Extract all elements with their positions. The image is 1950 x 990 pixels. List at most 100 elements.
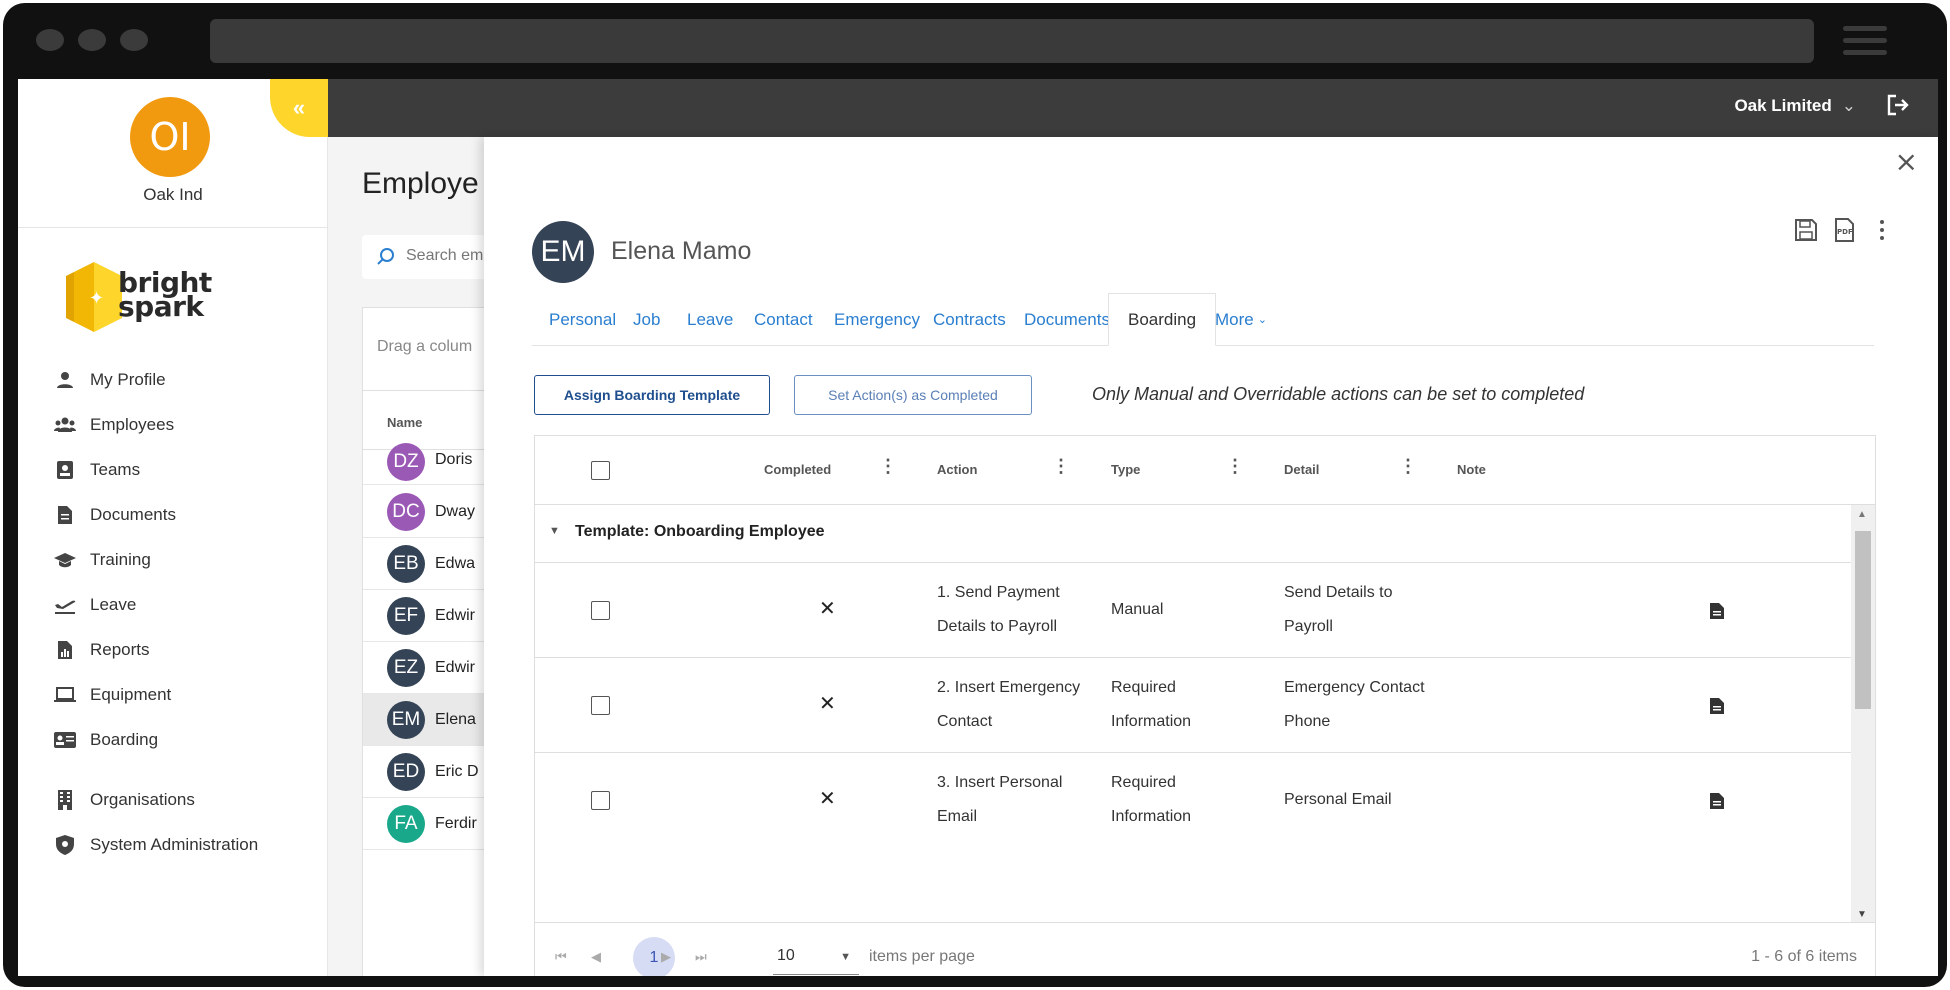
group-row[interactable]: ▼ Template: Onboarding Employee [535, 505, 1875, 563]
sidebar-item-reports[interactable]: Reports [54, 635, 150, 665]
action-cell: 2. Insert Emergency Contact [937, 671, 1080, 739]
column-menu-icon[interactable]: ⋮ [1226, 456, 1244, 477]
org-avatar[interactable]: OI [130, 97, 210, 177]
sidebar-item-employees[interactable]: Employees [54, 410, 174, 440]
last-page-icon[interactable]: ⏭ [695, 949, 707, 965]
sidebar-item-label: Reports [90, 640, 150, 659]
sidebar-item-teams[interactable]: Teams [54, 455, 140, 485]
tab-boarding[interactable]: Boarding [1108, 293, 1217, 346]
employee-name: Ferdir [435, 814, 477, 832]
window-close-dot[interactable] [36, 29, 64, 51]
sidebar-item-system-administration[interactable]: System Administration [54, 830, 258, 860]
window-maximize-dot[interactable] [120, 29, 148, 51]
save-icon[interactable] [1794, 217, 1818, 243]
document-icon [54, 504, 76, 526]
vertical-scrollbar[interactable]: ▲ ▼ [1851, 505, 1875, 922]
column-menu-icon[interactable]: ⋮ [1052, 456, 1070, 477]
sidebar-item-training[interactable]: Training [54, 545, 151, 575]
tab-leave[interactable]: Leave [687, 293, 733, 346]
top-bar: Oak Limited ⌄ [328, 79, 1938, 137]
note-icon[interactable] [1709, 602, 1725, 620]
column-header-note[interactable]: Note [1457, 462, 1486, 477]
sidebar-item-label: My Profile [90, 370, 166, 389]
sidebar-item-label: System Administration [90, 835, 259, 854]
table-row[interactable]: ✕ 2. Insert Emergency Contact Required Inf… [535, 659, 1875, 753]
scrollbar-thumb[interactable] [1855, 531, 1871, 709]
collapse-triangle-icon[interactable]: ▼ [549, 525, 560, 537]
search-icon [377, 248, 394, 265]
previous-page-icon[interactable]: ◀ [591, 949, 601, 965]
employee-name: Dway [435, 502, 476, 520]
collapse-sidebar-button[interactable]: « [270, 79, 328, 137]
tab-emergency[interactable]: Emergency [834, 293, 920, 346]
chevron-down-icon: ⌄ [1841, 96, 1856, 115]
company-name: Oak Limited [1734, 96, 1832, 115]
row-checkbox[interactable] [591, 601, 610, 620]
column-menu-icon[interactable]: ⋮ [879, 456, 897, 477]
tab-contracts[interactable]: Contracts [933, 293, 1006, 346]
sidebar-item-my-profile[interactable]: My Profile [54, 365, 166, 395]
sidebar-item-organisations[interactable]: Organisations [54, 785, 195, 815]
report-icon [54, 639, 76, 661]
column-menu-icon[interactable]: ⋮ [1399, 456, 1417, 477]
building-icon [54, 789, 76, 811]
sidebar-item-leave[interactable]: Leave [54, 590, 136, 620]
action-line-2: Email [937, 808, 978, 825]
tab-contact[interactable]: Contact [754, 293, 813, 346]
avatar: DZ [387, 443, 425, 481]
logout-icon[interactable] [1886, 93, 1910, 117]
sidebar-item-equipment[interactable]: Equipment [54, 680, 171, 710]
tab-documents[interactable]: Documents [1024, 293, 1110, 346]
tab-more[interactable]: More ⌄ [1215, 293, 1267, 346]
note-icon[interactable] [1709, 792, 1725, 810]
not-completed-icon: ✕ [819, 598, 836, 620]
close-icon[interactable]: × [1895, 145, 1918, 178]
detail-line-2: Phone [1284, 713, 1331, 730]
row-checkbox[interactable] [591, 696, 610, 715]
address-bar[interactable] [210, 19, 1814, 63]
avatar: EF [387, 596, 425, 635]
employee-name: Edwir [435, 606, 476, 624]
assign-boarding-template-button[interactable]: Assign Boarding Template [534, 375, 770, 415]
tab-personal[interactable]: Personal [549, 293, 616, 346]
page-size-value: 10 [777, 947, 795, 964]
laptop-icon [54, 684, 76, 706]
pagination-bar: ⏮ ◀ 1 ▶ ⏭ 10 ▼ items per page 1 - 6 of 6… [534, 923, 1876, 976]
first-page-icon[interactable]: ⏮ [555, 949, 567, 965]
more-vertical-icon[interactable] [1870, 217, 1894, 243]
page-size-select[interactable]: 10 ▼ [773, 939, 859, 975]
plane-icon [54, 594, 76, 616]
action-cell: 1. Send Payment Details to Payroll [937, 576, 1060, 644]
avatar: FA [387, 804, 425, 843]
row-checkbox[interactable] [591, 791, 610, 810]
next-page-icon[interactable]: ▶ [661, 949, 671, 965]
column-header-type[interactable]: Type [1111, 462, 1140, 477]
shield-icon [54, 834, 76, 856]
sidebar-item-label: Leave [90, 595, 137, 614]
column-header-name[interactable]: Name [387, 415, 422, 430]
sidebar-item-documents[interactable]: Documents [54, 500, 176, 530]
scroll-down-icon[interactable]: ▼ [1857, 909, 1867, 920]
tab-job[interactable]: Job [633, 293, 660, 346]
table-row[interactable]: ✕ 3. Insert Personal Email Required Inform… [535, 754, 1875, 848]
grid-header: Completed ⋮ Action ⋮ Type ⋮ Detail ⋮ Not… [535, 436, 1875, 505]
browser-menu-icon[interactable] [1843, 26, 1887, 31]
type-line-2: Information [1111, 713, 1192, 730]
sidebar-item-boarding[interactable]: Boarding [54, 725, 158, 755]
select-all-checkbox[interactable] [591, 461, 610, 480]
set-actions-completed-button[interactable]: Set Action(s) as Completed [794, 375, 1032, 415]
tab-more-label: More [1215, 309, 1254, 329]
column-header-completed[interactable]: Completed [764, 462, 831, 477]
column-header-detail[interactable]: Detail [1284, 462, 1319, 477]
scroll-up-icon[interactable]: ▲ [1857, 509, 1867, 520]
table-row[interactable]: ✕ 1. Send Payment Details to Payroll Manu… [535, 564, 1875, 658]
pdf-icon[interactable]: PDF [1832, 217, 1856, 243]
sidebar-item-label: Organisations [90, 790, 195, 809]
chevron-down-icon: ⌄ [1257, 314, 1267, 326]
column-header-action[interactable]: Action [937, 462, 977, 477]
svg-text:PDF: PDF [1837, 228, 1853, 236]
note-icon[interactable] [1709, 697, 1725, 715]
company-switcher[interactable]: Oak Limited ⌄ [1734, 96, 1856, 116]
sidebar-item-label: Boarding [90, 730, 159, 749]
window-minimize-dot[interactable] [78, 29, 106, 51]
